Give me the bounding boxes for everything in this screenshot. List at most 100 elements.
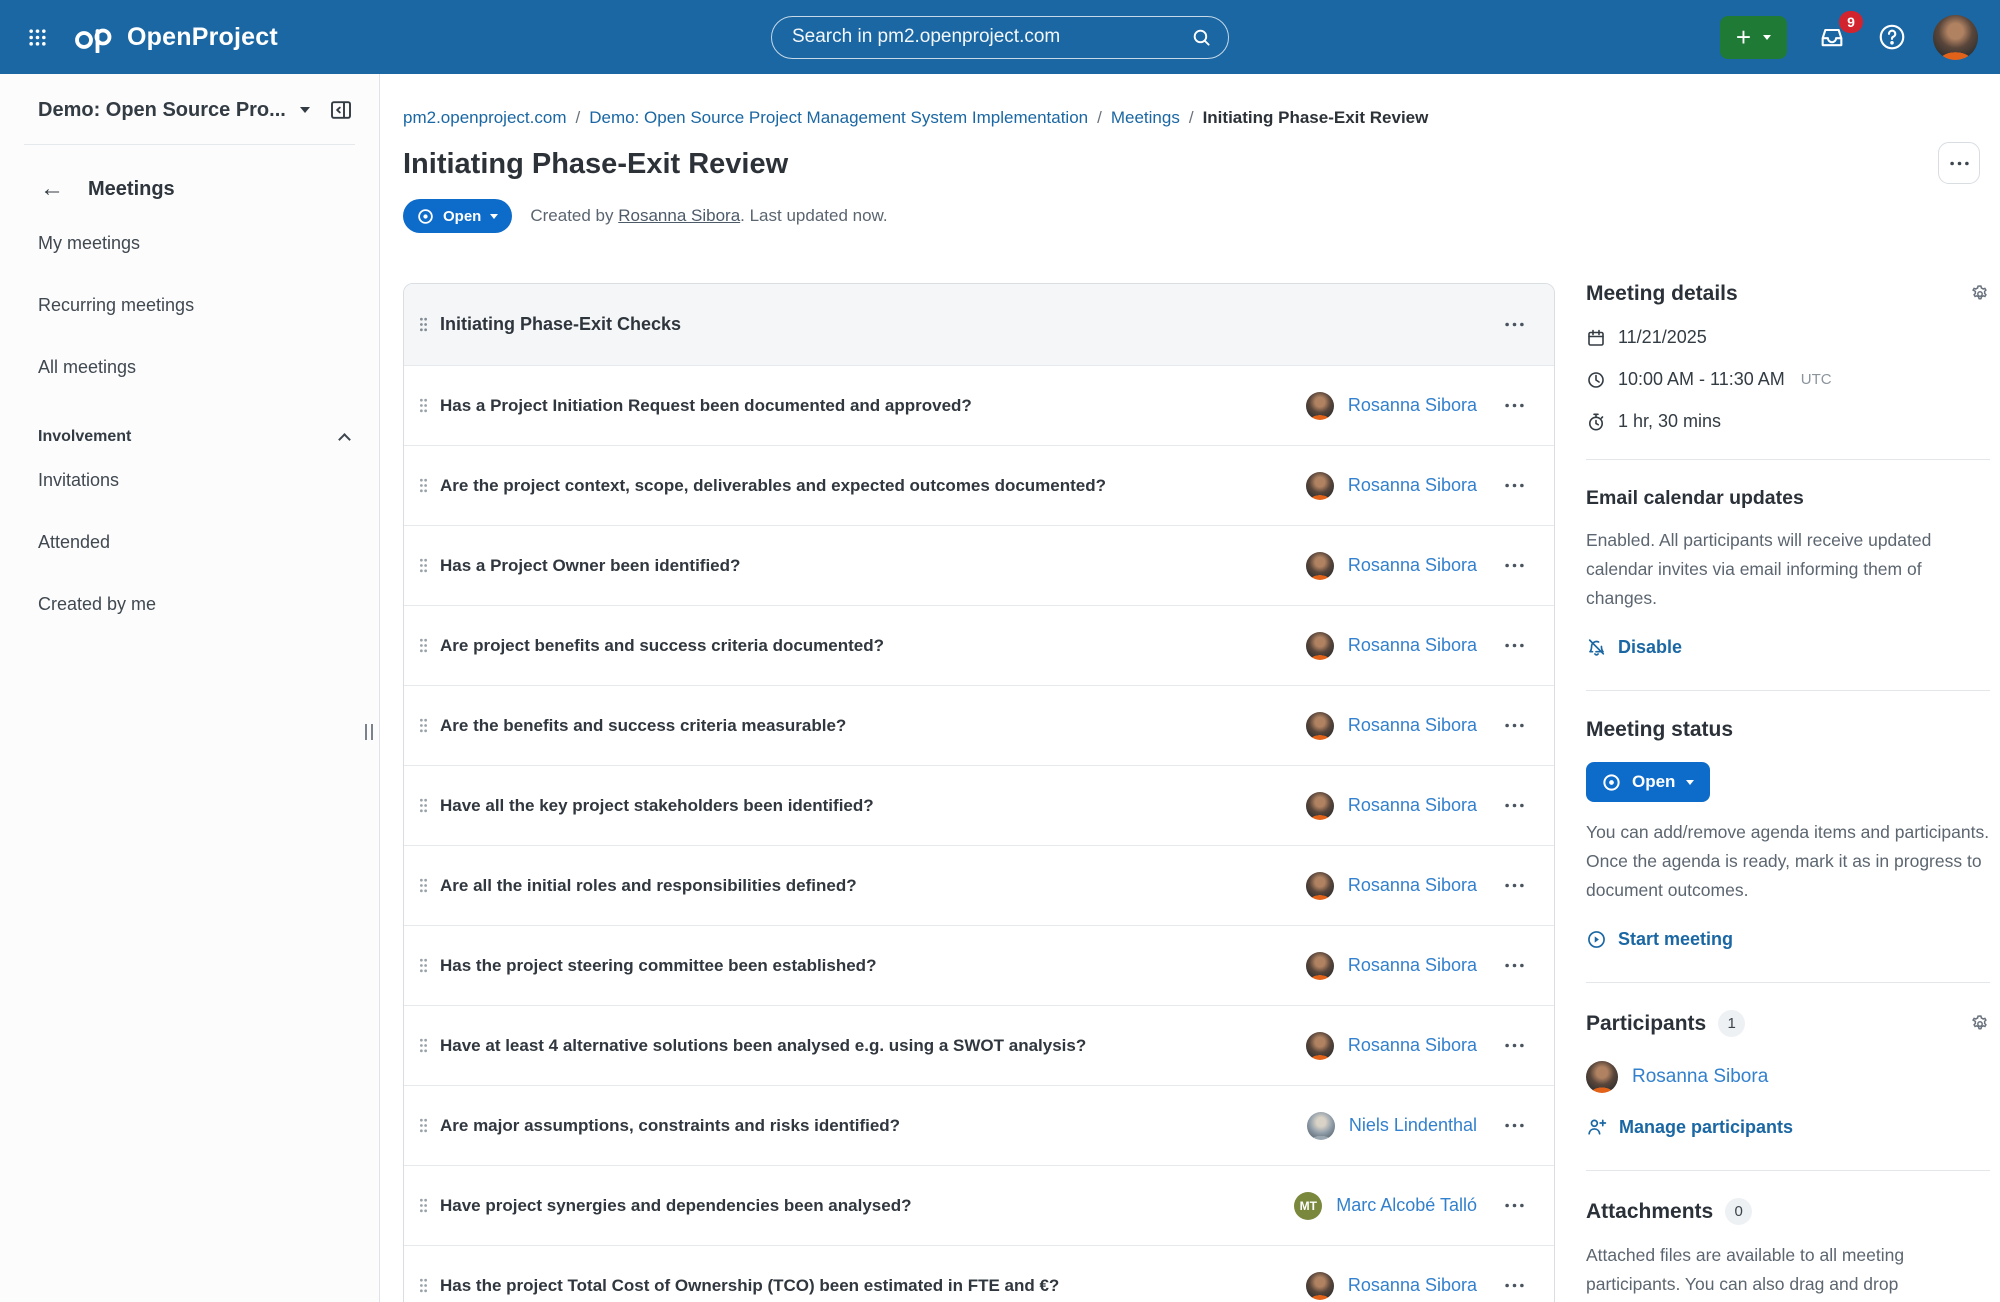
assignee-avatar[interactable] [1306,392,1334,420]
gear-icon[interactable] [1970,1014,1990,1034]
sidebar-resize-handle[interactable] [365,724,373,740]
drag-handle-icon[interactable] [419,1117,428,1134]
item-more-menu-icon[interactable] [1499,397,1530,414]
drag-handle-icon[interactable] [419,1037,428,1054]
agenda-item-row[interactable]: Have at least 4 alternative solutions be… [404,1005,1554,1085]
participant-name-link[interactable]: Rosanna Sibora [1632,1066,1768,1088]
author-link[interactable]: Rosanna Sibora [618,206,740,225]
agenda-item-row[interactable]: Are project benefits and success criteri… [404,605,1554,685]
agenda-item-row[interactable]: Are major assumptions, constraints and r… [404,1085,1554,1165]
item-more-menu-icon[interactable] [1499,637,1530,654]
breadcrumb-link[interactable]: Meetings [1111,108,1180,128]
assignee-avatar[interactable] [1306,552,1334,580]
drag-handle-icon[interactable] [419,557,428,574]
search-input[interactable] [792,26,1191,48]
assignee-avatar[interactable] [1306,712,1334,740]
agenda-item-row[interactable]: Have project synergies and dependencies … [404,1165,1554,1245]
back-arrow-icon[interactable]: ← [40,177,64,201]
assignee-avatar[interactable] [1306,1272,1334,1300]
drag-handle-icon[interactable] [419,477,428,494]
drag-handle-icon[interactable] [419,877,428,894]
breadcrumb-link[interactable]: pm2.openproject.com [403,108,566,128]
sidebar-item[interactable]: Attended [0,518,379,567]
assignee-link[interactable]: Rosanna Sibora [1348,1035,1477,1056]
assignee-link[interactable]: Rosanna Sibora [1348,1275,1477,1296]
drag-handle-icon[interactable] [419,1197,428,1214]
section-more-menu-icon[interactable] [1499,316,1530,333]
item-more-menu-icon[interactable] [1499,1117,1530,1134]
drag-handle-icon[interactable] [419,637,428,654]
assignee-link[interactable]: Rosanna Sibora [1348,955,1477,976]
agenda-item-row[interactable]: Has a Project Owner been identified? Ros… [404,525,1554,605]
item-more-menu-icon[interactable] [1499,1277,1530,1294]
drag-handle-icon[interactable] [419,797,428,814]
agenda-item-row[interactable]: Have all the key project stakeholders be… [404,765,1554,845]
assignee-avatar[interactable] [1306,1032,1334,1060]
disable-email-updates-link[interactable]: Disable [1586,637,1682,658]
sidebar-item[interactable]: My meetings [0,219,379,268]
item-more-menu-icon[interactable] [1499,557,1530,574]
app-grid-menu-icon[interactable] [22,22,53,53]
assignee-avatar[interactable] [1306,952,1334,980]
project-selector[interactable]: Demo: Open Source Pro... [38,99,310,122]
sidebar-item[interactable]: Created by me [0,580,379,629]
agenda-item-row[interactable]: Has the project steering committee been … [404,925,1554,1005]
assignee-link[interactable]: Niels Lindenthal [1349,1115,1477,1136]
agenda-item-row[interactable]: Are the benefits and success criteria me… [404,685,1554,765]
sidebar-item[interactable]: All meetings [0,343,379,392]
manage-participants-link[interactable]: Manage participants [1586,1117,1793,1138]
header-center [771,16,1229,59]
assignee-link[interactable]: Rosanna Sibora [1348,395,1477,416]
item-more-menu-icon[interactable] [1499,1197,1530,1214]
global-add-button[interactable]: + [1720,16,1787,59]
agenda-item-row[interactable]: Are all the initial roles and responsibi… [404,845,1554,925]
global-search-box[interactable] [771,16,1229,59]
assignee-link[interactable]: Rosanna Sibora [1348,635,1477,656]
item-more-menu-icon[interactable] [1499,477,1530,494]
start-meeting-link[interactable]: Start meeting [1586,929,1733,950]
gear-icon[interactable] [1970,284,1990,304]
assignee-link[interactable]: Rosanna Sibora [1348,715,1477,736]
drag-handle-icon[interactable] [419,957,428,974]
agenda-item-row[interactable]: Are the project context, scope, delivera… [404,445,1554,525]
drag-handle-icon[interactable] [419,717,428,734]
meeting-status-pill[interactable]: Open [403,199,512,233]
item-more-menu-icon[interactable] [1499,877,1530,894]
sidebar-item[interactable]: Invitations [0,456,379,505]
agenda-item-right: Rosanna Sibora [1306,392,1530,420]
drag-handle-icon[interactable] [419,1277,428,1294]
item-more-menu-icon[interactable] [1499,717,1530,734]
item-more-menu-icon[interactable] [1499,1037,1530,1054]
item-more-menu-icon[interactable] [1499,957,1530,974]
openproject-logo[interactable]: OpenProject [71,21,278,53]
assignee-avatar[interactable] [1306,792,1334,820]
drag-handle-icon[interactable] [419,316,428,333]
sidebar-item[interactable]: Recurring meetings [0,281,379,330]
agenda-item-row[interactable]: Has the project Total Cost of Ownership … [404,1245,1554,1302]
breadcrumb-link[interactable]: Demo: Open Source Project Management Sys… [589,108,1088,128]
assignee-avatar[interactable] [1307,1112,1335,1140]
agenda-item-title: Has the project Total Cost of Ownership … [440,1276,1059,1296]
user-avatar[interactable] [1933,15,1978,60]
assignee-link[interactable]: Rosanna Sibora [1348,475,1477,496]
notifications-button[interactable]: 9 [1813,19,1851,55]
agenda-item-row[interactable]: Has a Project Initiation Request been do… [404,365,1554,445]
assignee-avatar[interactable]: MT [1294,1192,1322,1220]
participant-avatar[interactable] [1586,1061,1618,1093]
assignee-link[interactable]: Marc Alcobé Talló [1336,1195,1477,1216]
agenda-item-right: Rosanna Sibora [1306,952,1530,980]
meeting-status-button[interactable]: Open [1586,762,1710,802]
assignee-avatar[interactable] [1306,872,1334,900]
sidebar-group-involvement[interactable]: Involvement [38,428,349,446]
help-button[interactable] [1877,22,1907,52]
drag-handle-icon[interactable] [419,397,428,414]
assignee-avatar[interactable] [1306,632,1334,660]
assignee-link[interactable]: Rosanna Sibora [1348,875,1477,896]
item-more-menu-icon[interactable] [1499,797,1530,814]
assignee-link[interactable]: Rosanna Sibora [1348,555,1477,576]
search-icon[interactable] [1191,27,1212,48]
collapse-sidebar-button[interactable] [329,98,353,122]
assignee-avatar[interactable] [1306,472,1334,500]
assignee-link[interactable]: Rosanna Sibora [1348,795,1477,816]
page-more-menu-button[interactable] [1938,142,1980,184]
